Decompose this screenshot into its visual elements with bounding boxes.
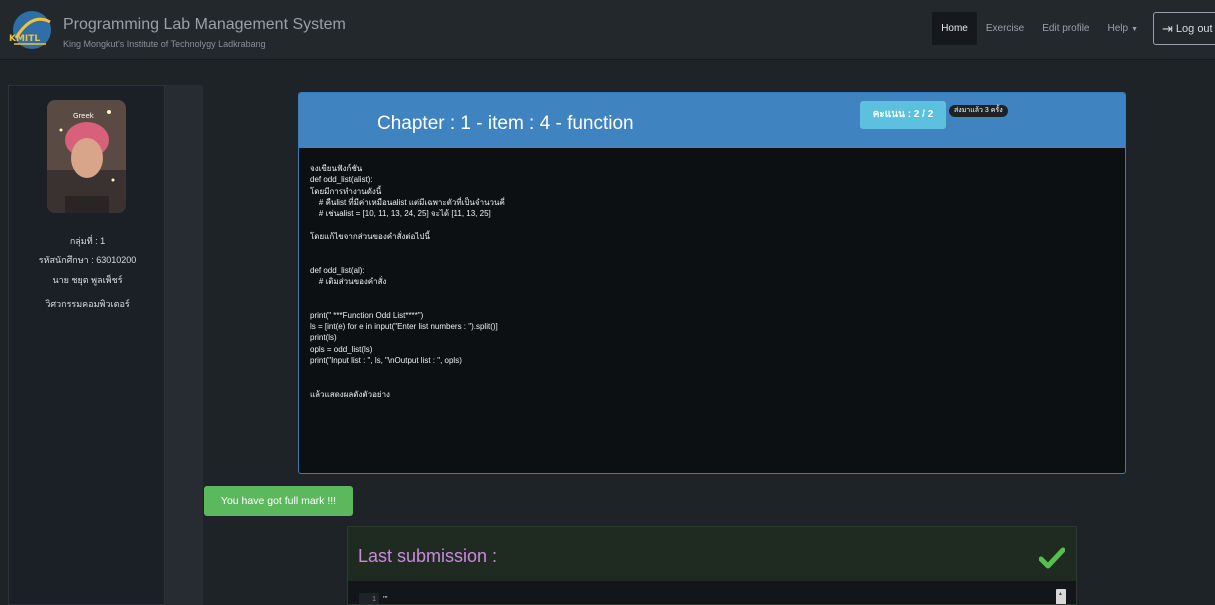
nav-exercise[interactable]: Exercise: [977, 12, 1033, 45]
logout-button[interactable]: ⇥ Log out: [1153, 12, 1215, 45]
app-title[interactable]: Programming Lab Management System: [63, 16, 346, 34]
problem-header: Chapter : 1 - item : 4 - function คะแนน …: [299, 93, 1125, 148]
nav-help-label: Help: [1107, 23, 1129, 34]
last-submission-panel: Last submission : 1 ''' ▲: [347, 526, 1077, 605]
last-submission-title: Last submission :: [358, 546, 498, 566]
problem-description: จงเขียนฟังก์ชัน def odd_list(alist): โดย…: [310, 164, 505, 399]
scroll-up-icon: ▲: [1058, 591, 1063, 597]
line-number: 1: [359, 593, 379, 604]
nav-edit-profile[interactable]: Edit profile: [1033, 12, 1098, 45]
avatar[interactable]: Greek: [47, 100, 126, 213]
editor-scrollbar[interactable]: ▲: [1056, 589, 1066, 604]
top-navbar: KMITL Programming Lab Management System …: [0, 0, 1215, 60]
kmitl-logo-icon[interactable]: KMITL: [6, 8, 54, 52]
avatar-caption: Greek: [73, 112, 95, 120]
student-id: รหัสนักศึกษา : 63010200: [38, 255, 137, 265]
code-editor[interactable]: 1 ''' ▲: [348, 581, 1076, 604]
student-name: นาย ชยุต พูลเพ็ชร์: [52, 275, 123, 285]
app-subtitle: King Mongkut's Institute of Technolygy L…: [63, 39, 266, 49]
logout-label: Log out: [1175, 22, 1213, 35]
group-label: กลุ่มที่ : 1: [69, 236, 106, 246]
department: วิศวกรรมคอมพิวเตอร์: [45, 299, 130, 309]
problem-title: Chapter : 1 - item : 4 - function: [377, 113, 634, 134]
profile-sidebar: Greek กลุ่มที่ : 1 รหัสนักศึกษา : 630102…: [8, 85, 165, 605]
nav-links: Home Exercise Edit profile Help ▼ ⇥ Log o…: [932, 12, 1215, 45]
nav-help[interactable]: Help ▼: [1098, 12, 1147, 45]
code-line[interactable]: ''': [383, 593, 388, 604]
full-mark-alert: You have got full mark !!!: [204, 486, 353, 516]
score-badge: คะแนน : 2 / 2: [860, 101, 946, 129]
nav-home[interactable]: Home: [932, 12, 977, 45]
problem-card: Chapter : 1 - item : 4 - function คะแนน …: [298, 92, 1126, 474]
submission-count-badge: ส่งมาแล้ว 3 ครั้ง: [949, 105, 1008, 117]
svg-text:KMITL: KMITL: [9, 34, 40, 44]
check-icon: [1039, 547, 1065, 569]
caret-down-icon: ▼: [1131, 26, 1138, 33]
logout-icon: ⇥: [1162, 20, 1173, 36]
